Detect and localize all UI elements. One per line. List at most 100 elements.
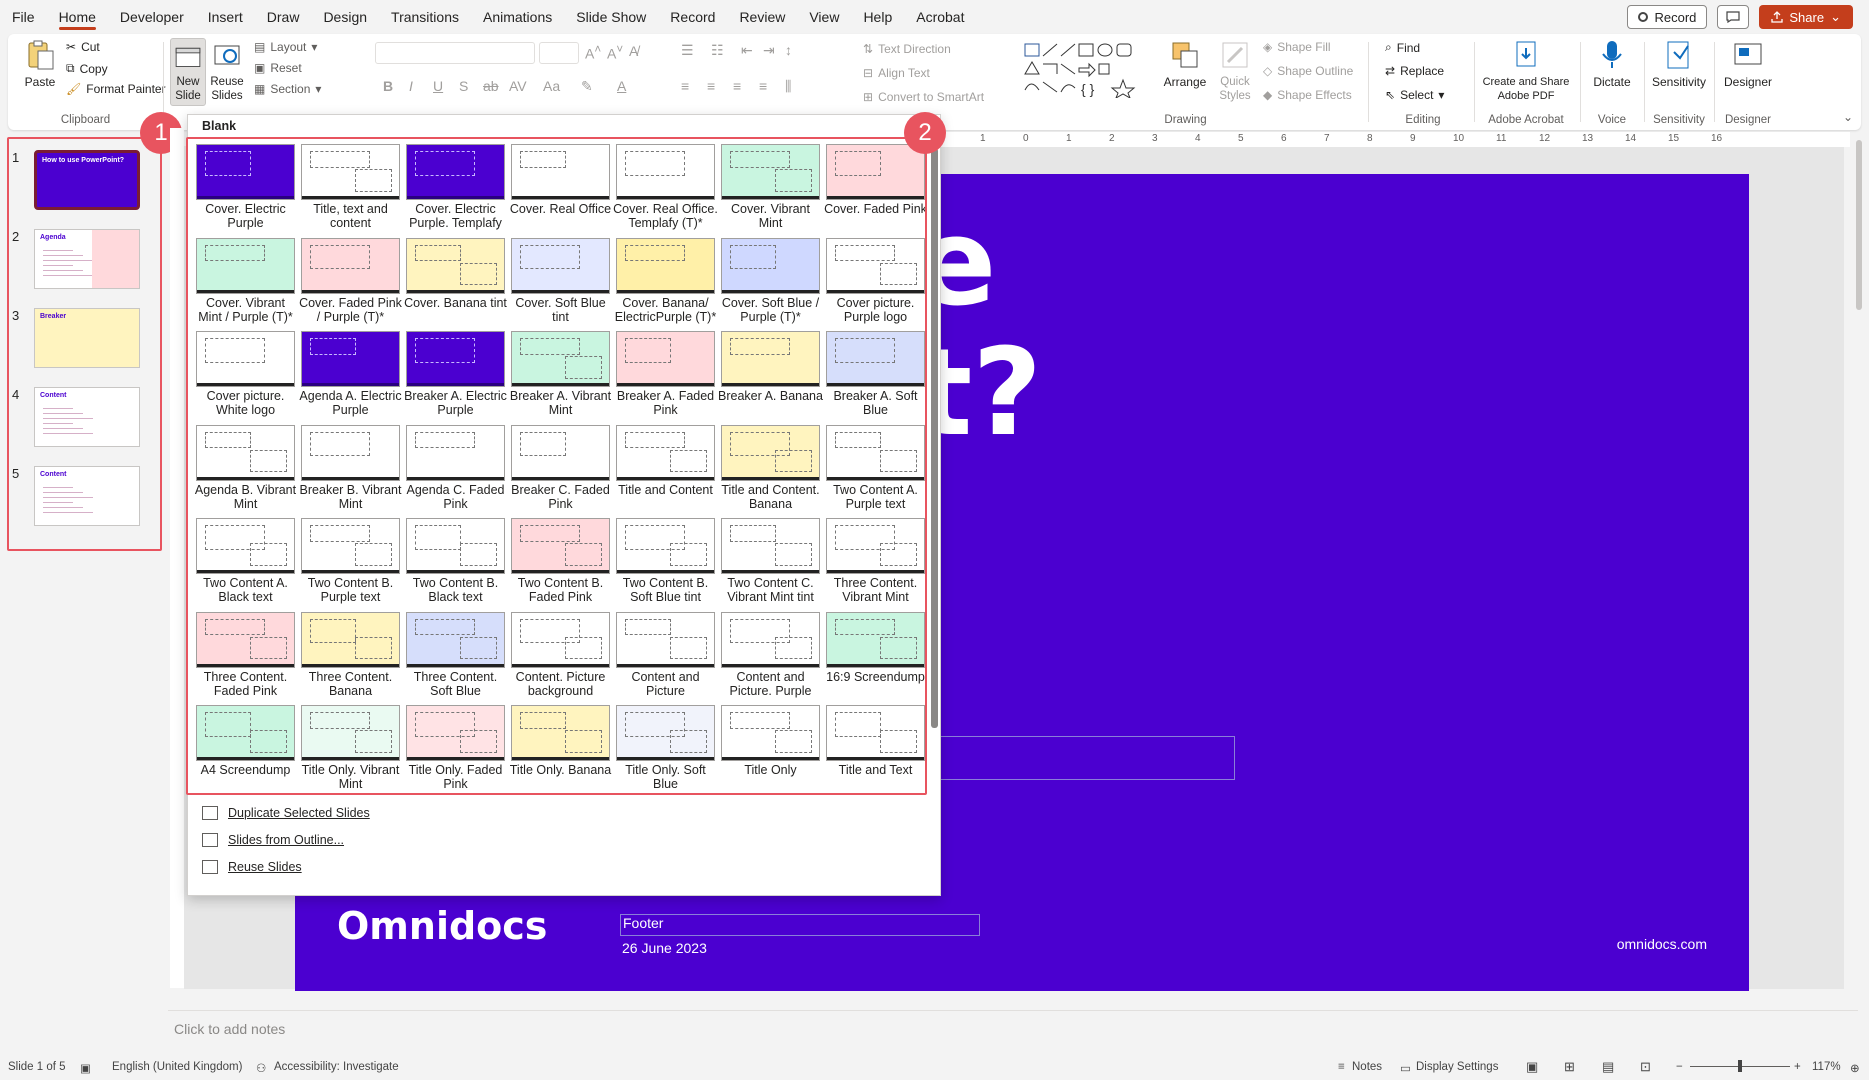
menu-tab-transitions[interactable]: Transitions xyxy=(379,0,471,34)
layout-option[interactable]: Content. Picture background xyxy=(508,611,613,707)
paste-button[interactable]: Paste xyxy=(20,38,60,89)
layout-option[interactable]: Cover. Banana/ ElectricPurple (T)* xyxy=(613,237,718,333)
notes-toggle[interactable]: Notes xyxy=(1352,1061,1382,1073)
justify-icon[interactable]: ≡ xyxy=(759,78,767,94)
layout-option[interactable]: Two Content A. Purple text xyxy=(823,424,928,520)
copy-button[interactable]: ⧉ Copy xyxy=(66,61,108,76)
layout-option[interactable]: Two Content B. Soft Blue tint xyxy=(613,518,718,613)
change-case-icon[interactable]: Aa xyxy=(543,78,560,94)
layout-option[interactable]: Title and Text xyxy=(823,705,928,796)
layout-option[interactable]: Title Only. Vibrant Mint xyxy=(298,705,403,796)
comments-button[interactable] xyxy=(1717,5,1750,29)
layout-option[interactable]: Cover. Banana tint xyxy=(403,237,508,333)
notes-pane[interactable]: Click to add notes xyxy=(168,1010,1858,1048)
shape-fill-button[interactable]: ◈ Shape Fill xyxy=(1263,40,1331,54)
layout-option[interactable]: Title Only. Banana xyxy=(508,705,613,796)
indent-decrease-icon[interactable]: ⇤ xyxy=(741,42,753,59)
slide-footer-placeholder[interactable]: Footer xyxy=(620,914,980,936)
layout-option[interactable]: 16:9 Screendump xyxy=(823,611,928,707)
slide-date[interactable]: 26 June 2023 xyxy=(622,940,707,956)
layout-option[interactable]: Two Content C. Vibrant Mint tint xyxy=(718,518,823,613)
layout-option[interactable]: Agenda B. Vibrant Mint xyxy=(193,424,298,520)
layout-option[interactable]: Cover. Real Office xyxy=(508,144,613,239)
designer-button[interactable]: Designer xyxy=(1720,38,1776,89)
layout-option[interactable]: Content and Picture. Purple xyxy=(718,611,823,707)
layout-option[interactable]: Cover. Faded Pink / Purple (T)* xyxy=(298,237,403,333)
layout-option[interactable]: Agenda A. Electric Purple xyxy=(298,331,403,426)
slide-subtitle-placeholder[interactable] xyxy=(935,736,1235,780)
font-size-select[interactable] xyxy=(539,42,579,64)
find-button[interactable]: ⌕ Find xyxy=(1385,40,1420,55)
zoom-in-icon[interactable]: + xyxy=(1794,1061,1801,1073)
layout-option[interactable]: Breaker A. Faded Pink xyxy=(613,331,718,426)
layout-option[interactable]: Two Content B. Black text xyxy=(403,518,508,613)
layout-option[interactable]: Cover. Soft Blue tint xyxy=(508,237,613,333)
quick-styles-button[interactable]: Quick Styles xyxy=(1213,38,1257,103)
sensitivity-button[interactable]: Sensitivity xyxy=(1648,38,1710,89)
zoom-out-icon[interactable]: − xyxy=(1676,1061,1683,1073)
shape-outline-button[interactable]: ◇ Shape Outline xyxy=(1263,64,1353,78)
dropdown-menu-item[interactable]: Slides from Outline... xyxy=(188,826,940,853)
new-slide-button[interactable]: New Slide xyxy=(170,38,206,106)
layout-option[interactable]: Cover. Electric Purple. Templafy xyxy=(403,144,508,239)
decrease-font-icon[interactable]: A˅ xyxy=(607,43,623,62)
slideshow-icon[interactable]: ⊡ xyxy=(1640,1059,1651,1075)
select-button[interactable]: ⇖ Select ▾ xyxy=(1385,88,1444,102)
layout-option[interactable]: A4 Screendump xyxy=(193,705,298,796)
menu-tab-animations[interactable]: Animations xyxy=(471,0,564,34)
menu-tab-record[interactable]: Record xyxy=(658,0,727,34)
menu-tab-slide-show[interactable]: Slide Show xyxy=(564,0,658,34)
menu-tab-review[interactable]: Review xyxy=(727,0,797,34)
indent-increase-icon[interactable]: ⇥ xyxy=(763,42,775,59)
shape-effects-button[interactable]: ◆ Shape Effects xyxy=(1263,88,1352,102)
menu-tab-home[interactable]: Home xyxy=(47,0,108,34)
zoom-level[interactable]: 117% xyxy=(1812,1061,1841,1073)
line-spacing-icon[interactable]: ↕ xyxy=(785,42,792,58)
italic-icon[interactable]: I xyxy=(409,78,413,94)
share-button[interactable]: Share ⌄ xyxy=(1759,5,1853,29)
layout-option[interactable]: Breaker A. Vibrant Mint xyxy=(508,331,613,426)
menu-tab-view[interactable]: View xyxy=(797,0,851,34)
menu-tab-draw[interactable]: Draw xyxy=(255,0,312,34)
menu-tab-developer[interactable]: Developer xyxy=(108,0,196,34)
dictate-button[interactable]: Dictate xyxy=(1588,38,1636,89)
vertical-scrollbar[interactable] xyxy=(1852,132,1866,992)
numbering-icon[interactable]: ☷ xyxy=(711,42,724,59)
layout-option[interactable]: Title and Content xyxy=(613,424,718,520)
strikethrough-icon[interactable]: ab xyxy=(483,78,499,94)
menu-tab-acrobat[interactable]: Acrobat xyxy=(904,0,976,34)
layout-option[interactable]: Three Content. Vibrant Mint xyxy=(823,518,928,613)
increase-font-icon[interactable]: A˄ xyxy=(585,43,601,62)
spellcheck-icon[interactable]: ▣ xyxy=(80,1061,91,1075)
columns-icon[interactable]: ⫼ xyxy=(785,78,791,95)
reading-view-icon[interactable]: ▤ xyxy=(1602,1059,1614,1075)
bold-icon[interactable]: B xyxy=(383,78,393,94)
char-spacing-icon[interactable]: AV xyxy=(509,78,527,94)
fit-slide-icon[interactable]: ⊕ xyxy=(1850,1061,1860,1075)
menu-tab-file[interactable]: File xyxy=(0,0,47,34)
dropdown-menu-item[interactable]: Reuse Slides xyxy=(188,853,940,880)
layout-option[interactable]: Title, text and content xyxy=(298,144,403,239)
layout-option[interactable]: Two Content A. Black text xyxy=(193,518,298,613)
layout-option[interactable]: Cover. Soft Blue / Purple (T)* xyxy=(718,237,823,333)
display-settings-button[interactable]: Display Settings xyxy=(1416,1061,1498,1073)
section-button[interactable]: ▦ Section ▾ xyxy=(254,82,321,96)
font-family-select[interactable] xyxy=(375,42,535,64)
layout-option[interactable]: Cover picture. Purple logo xyxy=(823,237,928,333)
layout-option[interactable]: Two Content B. Purple text xyxy=(298,518,403,613)
layout-option[interactable]: Breaker A. Banana xyxy=(718,331,823,426)
layout-option[interactable]: Two Content B. Faded Pink xyxy=(508,518,613,613)
layout-option[interactable]: Title Only. Soft Blue xyxy=(613,705,718,796)
language-status[interactable]: English (United Kingdom) xyxy=(112,1061,242,1073)
layout-option[interactable]: Breaker B. Vibrant Mint xyxy=(298,424,403,520)
convert-smartart-button[interactable]: ⊞ Convert to SmartArt xyxy=(863,90,984,104)
layout-option[interactable]: Cover. Vibrant Mint / Purple (T)* xyxy=(193,237,298,333)
create-share-pdf-button[interactable]: Create and Share Adobe PDF xyxy=(1480,38,1572,103)
layout-option[interactable]: Breaker A. Soft Blue xyxy=(823,331,928,426)
layout-option[interactable]: Cover. Real Office. Templafy (T)* xyxy=(613,144,718,239)
gallery-scrollbar-thumb[interactable] xyxy=(931,148,938,728)
layout-option[interactable]: Agenda C. Faded Pink xyxy=(403,424,508,520)
normal-view-icon[interactable]: ▣ xyxy=(1526,1059,1538,1075)
underline-icon[interactable]: U xyxy=(433,78,443,94)
notes-placeholder[interactable]: Click to add notes xyxy=(174,1021,285,1037)
